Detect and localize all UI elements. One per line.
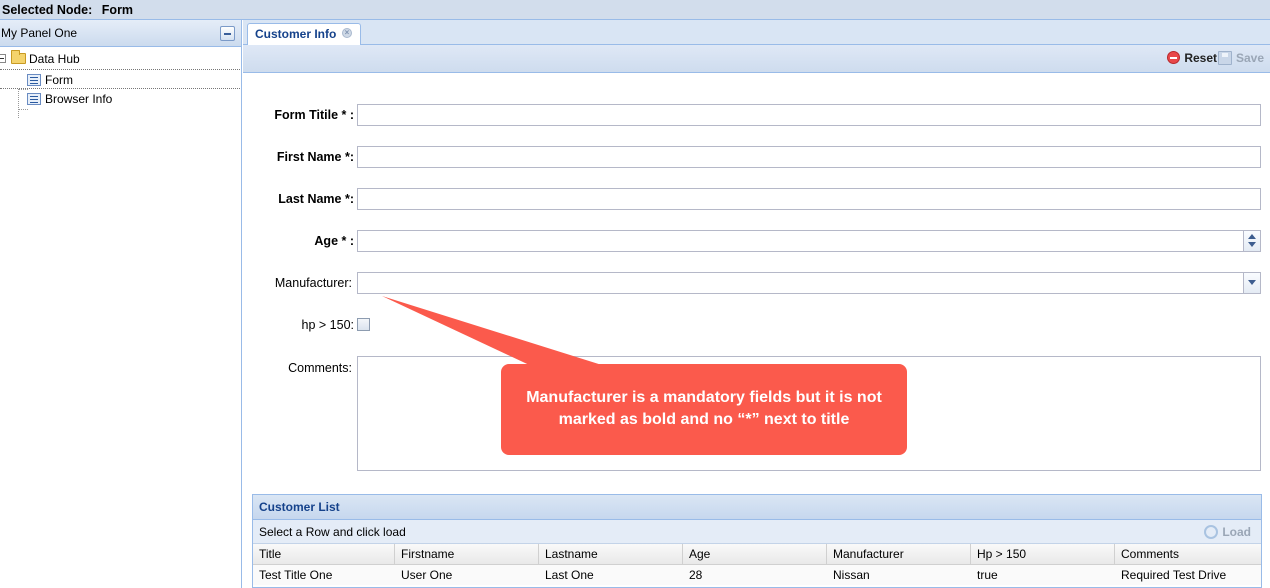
form-title-input[interactable] xyxy=(357,104,1261,126)
column-header[interactable]: Hp > 150 xyxy=(971,544,1115,564)
table-cell: Required Test Drive xyxy=(1121,568,1227,582)
column-header[interactable]: Firstname xyxy=(395,544,539,564)
refresh-icon xyxy=(1204,525,1219,539)
first-name-input[interactable] xyxy=(357,146,1261,168)
age-number-input[interactable] xyxy=(357,230,1261,252)
tree-node-label: Form xyxy=(45,73,73,87)
manufacturer-label: Manufacturer: xyxy=(274,276,352,290)
selected-node-value: Form xyxy=(101,3,134,17)
manufacturer-combo[interactable] xyxy=(357,272,1261,294)
grid-title: Customer List xyxy=(253,495,1261,520)
tab-label: Customer Info xyxy=(255,27,337,41)
collapse-panel-button[interactable] xyxy=(220,26,235,41)
folder-icon xyxy=(11,50,26,64)
tree-node-browser-info[interactable]: Browser Info xyxy=(0,89,240,109)
reset-button[interactable]: Reset xyxy=(1167,51,1217,65)
spinner-arrows-icon[interactable] xyxy=(1243,231,1260,251)
left-panel-title: My Panel One xyxy=(1,26,78,40)
customer-list-grid: Customer List Select a Row and click loa… xyxy=(252,494,1262,588)
hp-label: hp > 150: xyxy=(301,318,354,332)
tree-connector xyxy=(18,109,28,110)
annotation-callout: Manufacturer is a mandatory fields but i… xyxy=(501,364,907,455)
table-cell: Nissan xyxy=(833,568,870,582)
comments-label: Comments: xyxy=(288,361,352,375)
chevron-down-icon[interactable] xyxy=(1243,273,1260,293)
left-panel: My Panel One Data Hub Form Browser Info xyxy=(0,20,242,588)
save-button[interactable]: Save xyxy=(1217,51,1264,65)
table-row[interactable]: Test Title One User One Last One 28 Niss… xyxy=(253,565,1261,585)
form-icon xyxy=(27,93,41,105)
tree-node-form[interactable]: Form xyxy=(0,69,240,89)
first-name-label: First Name *: xyxy=(276,150,354,164)
last-name-label: Last Name *: xyxy=(278,192,354,206)
grid-header-row: Title Firstname Lastname Age Manufacture… xyxy=(253,544,1261,565)
column-header[interactable]: Age xyxy=(683,544,827,564)
tab-strip: Customer Info × xyxy=(243,20,1270,45)
table-cell: Last One xyxy=(545,568,594,582)
form-title-label: Form Titile * : xyxy=(274,108,354,122)
grid-toolbar: Select a Row and click load Load xyxy=(253,520,1261,544)
table-cell: 28 xyxy=(689,568,703,582)
hp-checkbox[interactable] xyxy=(357,318,370,331)
table-cell: true xyxy=(977,568,998,582)
selected-node-bar: Selected Node: Form xyxy=(0,0,1270,20)
column-header[interactable]: Lastname xyxy=(539,544,683,564)
tree-node-label: Data Hub xyxy=(29,52,80,66)
save-icon xyxy=(1217,51,1232,65)
close-tab-icon[interactable]: × xyxy=(342,28,352,38)
annotation-text: Manufacturer is a mandatory fields but i… xyxy=(526,389,882,428)
age-label: Age * : xyxy=(314,234,354,248)
reset-icon xyxy=(1167,51,1181,64)
load-button[interactable]: Load xyxy=(1204,520,1251,544)
column-header[interactable]: Title xyxy=(253,544,395,564)
form-icon xyxy=(27,74,41,86)
form-toolbar: Reset Save xyxy=(243,45,1270,73)
table-cell: Test Title One xyxy=(259,568,333,582)
last-name-input[interactable] xyxy=(357,188,1261,210)
tab-customer-info[interactable]: Customer Info × xyxy=(247,23,361,45)
grid-toolbar-text: Select a Row and click load xyxy=(259,525,406,539)
column-header[interactable]: Manufacturer xyxy=(827,544,971,564)
column-header[interactable]: Comments xyxy=(1115,544,1261,564)
selected-node-label: Selected Node: xyxy=(2,3,93,17)
left-panel-header: My Panel One xyxy=(0,20,241,47)
tree-node-data-hub[interactable]: Data Hub xyxy=(0,49,240,69)
table-cell: User One xyxy=(401,568,453,582)
collapse-node-icon[interactable] xyxy=(0,54,6,63)
tree-node-label: Browser Info xyxy=(45,92,113,106)
